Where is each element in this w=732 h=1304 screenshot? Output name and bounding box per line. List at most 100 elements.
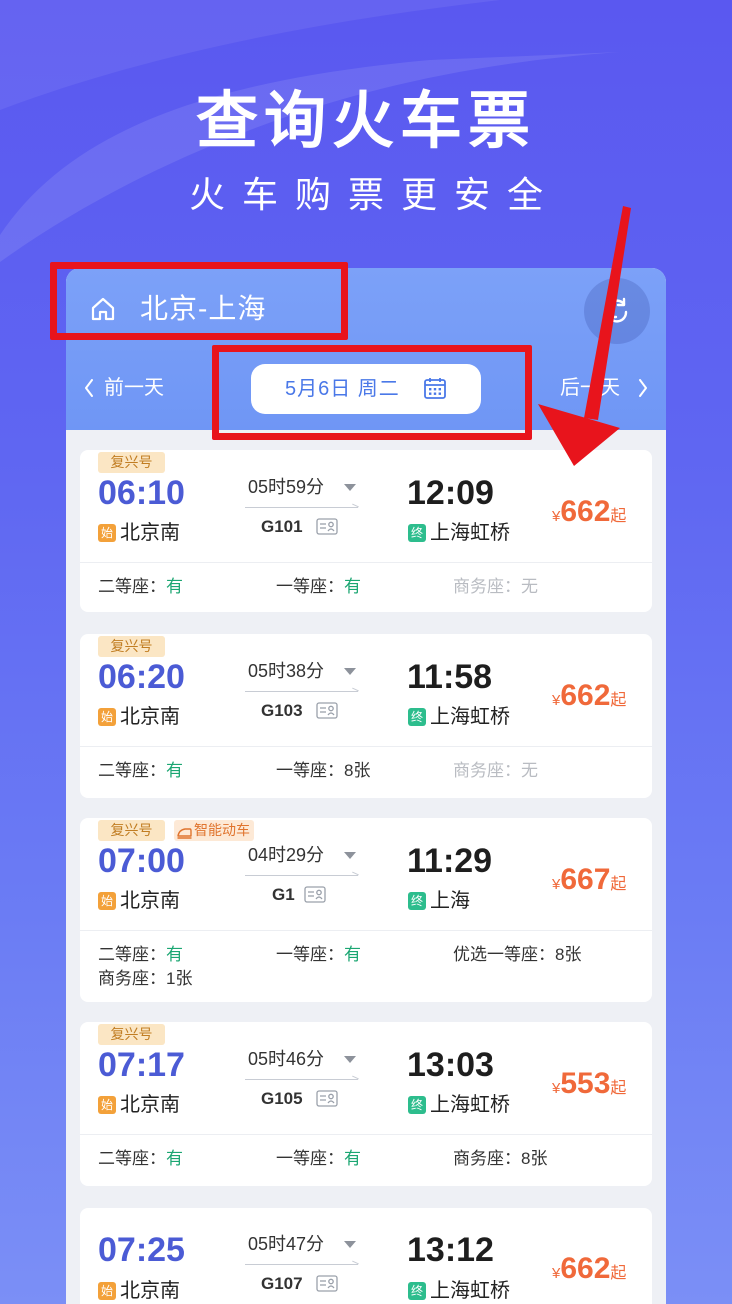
end-station-tag: 终 (408, 892, 426, 910)
seat-availability: 一等座：有 (276, 943, 361, 967)
price-amount: 662 (560, 495, 611, 528)
price-suffix: 起 (610, 1080, 627, 1097)
highlight-box (212, 345, 532, 440)
route-line (245, 1079, 358, 1080)
seat-availability: 二等座：有 (98, 943, 183, 967)
arrive-time: 11:58 (407, 658, 493, 696)
route-line (245, 1264, 358, 1265)
seat-class-label: 一等座： (276, 761, 344, 780)
seat-availability: 商务座：无 (453, 759, 538, 783)
caret-down-icon[interactable] (344, 668, 356, 675)
seat-class-label: 商务座： (453, 577, 521, 596)
seat-class-label: 优选一等座： (453, 945, 555, 964)
arrive-time: 13:12 (407, 1231, 494, 1269)
seat-availability: 一等座：有 (276, 1147, 361, 1171)
price-amount: 553 (560, 1067, 611, 1100)
caret-down-icon[interactable] (344, 852, 356, 859)
prev-day-button[interactable]: 前一天 (84, 376, 194, 400)
divider (80, 1134, 652, 1135)
arrive-time: 11:29 (407, 842, 493, 880)
price: ¥667起 (552, 862, 626, 903)
arrive-station: 上海 (430, 890, 470, 912)
id-card-icon (316, 518, 338, 535)
id-card-icon (316, 702, 338, 719)
depart-station: 北京南 (120, 1094, 180, 1116)
depart-time: 06:20 (98, 658, 185, 696)
seat-class-label: 商务座： (98, 969, 166, 988)
price-suffix: 起 (610, 1265, 627, 1282)
seat-availability: 二等座：有 (98, 1147, 183, 1171)
price-suffix: 起 (610, 876, 627, 893)
price: ¥662起 (552, 494, 626, 535)
arrive-time: 12:09 (407, 474, 494, 512)
price: ¥553起 (552, 1066, 626, 1107)
seat-availability: 商务座：1张 (98, 967, 192, 991)
train-number: G107 (261, 1274, 303, 1293)
seat-class-label: 商务座： (453, 761, 521, 780)
duration: 05时46分 (248, 1049, 325, 1069)
seat-status: 有 (166, 577, 183, 596)
divider (80, 562, 652, 563)
arrive-station: 上海虹桥 (430, 1280, 510, 1302)
train-number: G101 (261, 517, 303, 536)
depart-time: 06:10 (98, 474, 185, 512)
train-type-badge: 复兴号 (98, 1024, 165, 1045)
seat-status: 无 (521, 577, 538, 596)
divider (80, 746, 652, 747)
train-type-badge: 复兴号 (98, 452, 165, 473)
seat-class-label: 二等座： (98, 761, 166, 780)
seat-class-label: 一等座： (276, 945, 344, 964)
end-station-tag: 终 (408, 708, 426, 726)
divider (80, 930, 652, 931)
prev-day-label: 前一天 (104, 377, 164, 399)
depart-time: 07:17 (98, 1046, 185, 1084)
caret-down-icon[interactable] (344, 1241, 356, 1248)
highlight-box (50, 262, 348, 340)
arrive-station: 上海虹桥 (430, 522, 510, 544)
seat-status: 有 (166, 761, 183, 780)
seat-status: 有 (166, 1149, 183, 1168)
seat-status: 有 (344, 577, 361, 596)
seat-status: 无 (521, 761, 538, 780)
depart-time: 07:25 (98, 1231, 185, 1269)
start-station-tag: 始 (98, 892, 116, 910)
train-card[interactable]: 07:25 始 北京南 05时47分 G107 13:12 终 上海虹桥 ¥66… (80, 1208, 652, 1304)
depart-station: 北京南 (120, 890, 180, 912)
start-station-tag: 始 (98, 1282, 116, 1300)
depart-station: 北京南 (120, 706, 180, 728)
seat-availability: 一等座：8张 (276, 759, 370, 783)
seat-status: 有 (166, 945, 183, 964)
route-line (245, 691, 358, 692)
red-arrow-annotation (538, 206, 631, 466)
price: ¥662起 (552, 1251, 626, 1292)
promo-title: 查询火车票 (195, 87, 536, 156)
seat-availability: 二等座：有 (98, 759, 183, 783)
depart-station: 北京南 (120, 522, 180, 544)
depart-station: 北京南 (120, 1280, 180, 1302)
caret-down-icon[interactable] (344, 484, 356, 491)
seat-class-label: 一等座： (276, 1149, 344, 1168)
seat-class-label: 一等座： (276, 577, 344, 596)
seat-class-label: 二等座： (98, 945, 166, 964)
train-card[interactable]: 复兴号 06:20 始 北京南 05时38分 G103 11:58 终 上海虹桥… (80, 634, 652, 798)
seat-availability: 优选一等座：8张 (453, 943, 581, 967)
id-card-icon (304, 886, 326, 903)
end-station-tag: 终 (408, 524, 426, 542)
price-suffix: 起 (610, 692, 627, 709)
arrive-station: 上海虹桥 (430, 706, 510, 728)
train-card[interactable]: 复兴号 智能动车 07:00 始 北京南 04时29分 G1 11:29 终 上… (80, 818, 652, 1002)
price-amount: 662 (560, 679, 611, 712)
seat-status: 1张 (166, 969, 193, 988)
caret-down-icon[interactable] (344, 1056, 356, 1063)
start-station-tag: 始 (98, 524, 116, 542)
start-station-tag: 始 (98, 708, 116, 726)
end-station-tag: 终 (408, 1096, 426, 1114)
train-card[interactable]: 复兴号 07:17 始 北京南 05时46分 G105 13:03 终 上海虹桥… (80, 1022, 652, 1186)
smart-train-label: 智能动车 (194, 822, 250, 838)
duration: 05时47分 (248, 1234, 325, 1254)
arrive-station: 上海虹桥 (430, 1094, 510, 1116)
start-station-tag: 始 (98, 1096, 116, 1114)
arrive-time: 13:03 (407, 1046, 494, 1084)
seat-status: 8张 (555, 945, 582, 964)
seat-availability: 商务座：无 (453, 575, 538, 599)
